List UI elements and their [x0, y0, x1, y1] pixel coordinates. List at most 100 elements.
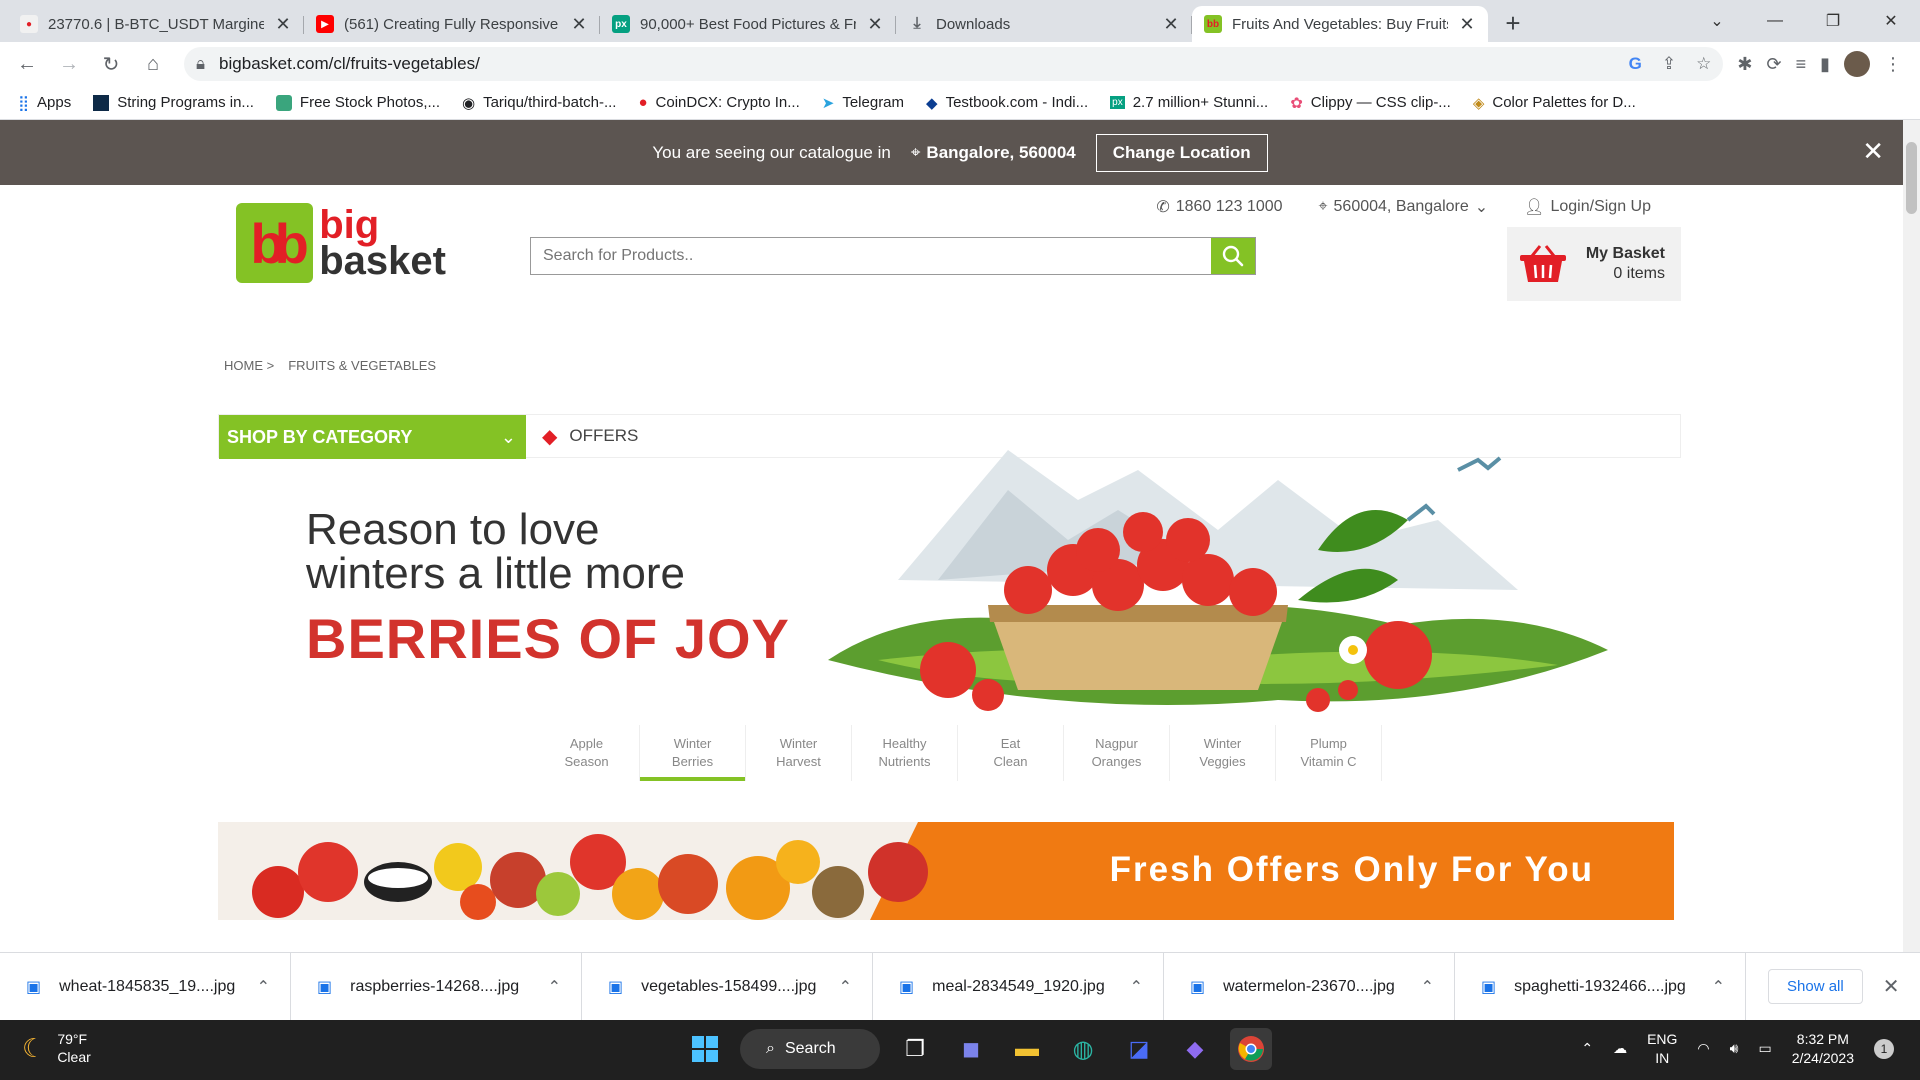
wifi-icon[interactable]: ◠: [1697, 1040, 1709, 1057]
bookmark-string-programs[interactable]: String Programs in...: [93, 94, 254, 111]
chevron-up-icon[interactable]: ⌃: [1130, 977, 1143, 997]
download-item[interactable]: ▣ wheat-1845835_19....jpg ⌃: [0, 952, 291, 1021]
restore-icon[interactable]: ❐: [1804, 0, 1862, 42]
teams-chat-icon[interactable]: ◼: [950, 1028, 992, 1070]
extensions-icon[interactable]: ✱: [1737, 54, 1752, 75]
search-icon: [1222, 245, 1244, 267]
menu-icon[interactable]: ⋮: [1884, 54, 1902, 75]
taskbar-search[interactable]: ⌕ Search: [740, 1029, 880, 1069]
close-icon[interactable]: ✕: [274, 14, 292, 35]
moon-icon: ☾: [22, 1032, 46, 1063]
my-basket-button[interactable]: My Basket 0 items: [1507, 227, 1681, 301]
download-item[interactable]: ▣ vegetables-158499....jpg ⌃: [582, 952, 873, 1021]
close-icon[interactable]: ✕: [1458, 14, 1476, 35]
back-icon[interactable]: ←: [10, 47, 44, 81]
bookmark-coindcx[interactable]: ● CoinDCX: Crypto In...: [638, 94, 799, 111]
edge-icon[interactable]: ◍: [1062, 1028, 1104, 1070]
bookmark-pexels[interactable]: px 2.7 million+ Stunni...: [1110, 94, 1268, 111]
browser-tab-youtube[interactable]: ▶ (561) Creating Fully Responsive W ✕: [304, 6, 600, 42]
bookmark-free-stock[interactable]: Free Stock Photos,...: [275, 94, 440, 111]
profile-avatar[interactable]: [1844, 51, 1870, 77]
new-tab-button[interactable]: +: [1496, 6, 1530, 40]
lock-icon[interactable]: 🔒︎: [196, 54, 205, 74]
tab-apple-season[interactable]: Apple Season: [534, 725, 640, 781]
download-item[interactable]: ▣ watermelon-23670....jpg ⌃: [1164, 952, 1455, 1021]
basket-title: My Basket: [1585, 245, 1665, 262]
side-panel-icon[interactable]: ▮: [1820, 54, 1830, 75]
tab-winter-berries[interactable]: Winter Berries: [640, 725, 746, 781]
forward-icon[interactable]: →: [52, 47, 86, 81]
chevron-up-icon[interactable]: ⌃: [1581, 1040, 1593, 1057]
close-icon[interactable]: ✕: [570, 14, 588, 35]
reload-icon[interactable]: ↻: [94, 47, 128, 81]
page-scrollbar[interactable]: [1903, 120, 1920, 952]
phone-link[interactable]: ✆ 1860 123 1000: [1156, 197, 1282, 217]
tab-nagpur-oranges[interactable]: Nagpur Oranges: [1064, 725, 1170, 781]
tab-winter-harvest[interactable]: Winter Harvest: [746, 725, 852, 781]
app-icon-2[interactable]: ◆: [1174, 1028, 1216, 1070]
download-item[interactable]: ▣ meal-2834549_1920.jpg ⌃: [873, 952, 1164, 1021]
app-icon[interactable]: ◪: [1118, 1028, 1160, 1070]
chrome-icon[interactable]: [1230, 1028, 1272, 1070]
close-icon[interactable]: ✕: [1883, 974, 1900, 999]
chevron-up-icon[interactable]: ⌃: [1712, 977, 1725, 997]
scroll-thumb[interactable]: [1906, 142, 1917, 214]
chevron-up-icon[interactable]: ⌃: [1421, 977, 1434, 997]
breadcrumb-home[interactable]: HOME >: [224, 358, 274, 373]
search-icon: ⌕: [766, 1040, 775, 1057]
chevron-up-icon[interactable]: ⌃: [257, 977, 270, 997]
task-view-icon[interactable]: ❐: [894, 1028, 936, 1070]
show-all-button[interactable]: Show all: [1768, 969, 1863, 1004]
breadcrumb-current[interactable]: FRUITS & VEGETABLES: [288, 358, 436, 373]
close-window-icon[interactable]: ✕: [1862, 0, 1920, 42]
search-button[interactable]: [1211, 238, 1255, 274]
area-selector[interactable]: ⌖ 560004, Bangalore ⌄: [1319, 197, 1489, 217]
reading-list-icon[interactable]: ≡: [1796, 54, 1807, 75]
notification-badge[interactable]: 1: [1874, 1038, 1894, 1059]
bookmark-clippy[interactable]: ✿ Clippy — CSS clip-...: [1290, 94, 1451, 112]
fresh-offers-banner[interactable]: Fresh Offers Only For You: [218, 822, 1674, 920]
browser-tab-pexels[interactable]: px 90,000+ Best Food Pictures & Fre ✕: [600, 6, 896, 42]
chevron-up-icon[interactable]: ⌃: [548, 977, 561, 997]
bookmark-testbook[interactable]: ◆ Testbook.com - Indi...: [926, 94, 1088, 112]
browser-tab-bigbasket[interactable]: bb Fruits And Vegetables: Buy Fruits ✕: [1192, 6, 1488, 42]
language-indicator[interactable]: ENG IN: [1647, 1030, 1677, 1068]
download-item[interactable]: ▣ spaghetti-1932466....jpg ⌃: [1455, 952, 1746, 1021]
cloud-icon[interactable]: ☁: [1613, 1040, 1627, 1057]
chevron-up-icon[interactable]: ⌃: [839, 977, 852, 997]
browser-tab-downloads[interactable]: ⤓ Downloads ✕: [896, 6, 1192, 42]
login-link[interactable]: 👤︎ Login/Sign Up: [1524, 197, 1651, 217]
close-icon[interactable]: ✕: [866, 14, 884, 35]
home-icon[interactable]: ⌂: [136, 47, 170, 81]
windows-start-icon[interactable]: [684, 1028, 726, 1070]
volume-icon[interactable]: 🔊︎: [1730, 1040, 1739, 1057]
change-location-button[interactable]: Change Location: [1095, 133, 1268, 172]
tab-search-icon[interactable]: ⌄: [1688, 0, 1746, 42]
hero-banner[interactable]: Reason to love winters a little more BER…: [238, 410, 1658, 770]
tab-plump-vitamin-c[interactable]: Plump Vitamin C: [1276, 725, 1382, 781]
address-bar[interactable]: 🔒︎ bigbasket.com/cl/fruits-vegetables/ G…: [184, 47, 1724, 81]
close-icon[interactable]: ✕: [1162, 14, 1180, 35]
star-icon[interactable]: ☆: [1696, 54, 1711, 74]
bookmark-apps[interactable]: ⣿ Apps: [18, 94, 71, 112]
share-icon[interactable]: ⇪: [1662, 54, 1676, 74]
google-icon[interactable]: G: [1629, 54, 1642, 74]
extension-sync-icon[interactable]: ⟳: [1766, 54, 1781, 75]
bookmark-telegram[interactable]: ➤ Telegram: [822, 94, 904, 112]
bookmark-color-palettes[interactable]: ◈ Color Palettes for D...: [1473, 94, 1636, 112]
tab-winter-veggies[interactable]: Winter Veggies: [1170, 725, 1276, 781]
clock[interactable]: 8:32 PM 2/24/2023: [1792, 1030, 1854, 1068]
bookmark-github[interactable]: ◉ Tariqu/third-batch-...: [462, 94, 616, 112]
weather-widget[interactable]: ☾ 79°F Clear: [22, 1030, 91, 1066]
file-explorer-icon[interactable]: ▬: [1006, 1028, 1048, 1070]
battery-icon[interactable]: ▭: [1758, 1040, 1771, 1057]
close-icon[interactable]: ✕: [1862, 136, 1884, 167]
tab-eat-clean[interactable]: Eat Clean: [958, 725, 1064, 781]
bigbasket-logo[interactable]: bb big basket: [236, 201, 446, 285]
download-item[interactable]: ▣ raspberries-14268....jpg ⌃: [291, 952, 582, 1021]
minimize-icon[interactable]: —: [1746, 0, 1804, 42]
tab-healthy-nutrients[interactable]: Healthy Nutrients: [852, 725, 958, 781]
search-input[interactable]: [531, 238, 1211, 274]
pexels-icon: px: [1110, 96, 1125, 109]
browser-tab-coindcx[interactable]: ● 23770.6 | B-BTC_USDT Margined ✕: [8, 6, 304, 42]
